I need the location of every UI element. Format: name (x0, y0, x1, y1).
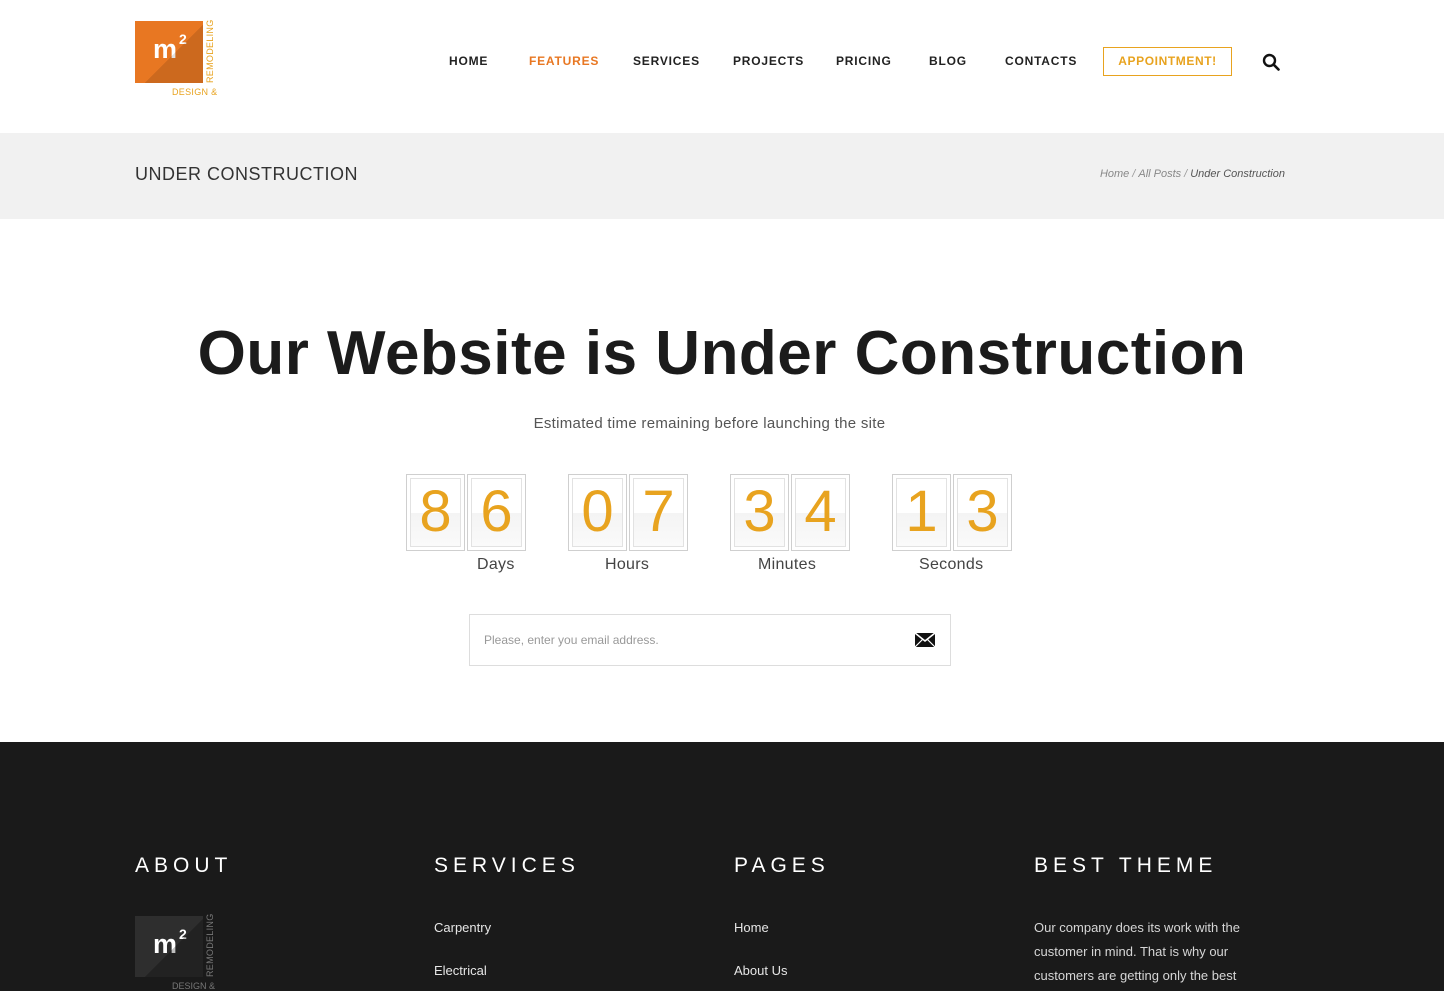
nav-projects[interactable]: PROJECTS (733, 54, 804, 68)
search-icon[interactable] (1262, 53, 1280, 71)
countdown-minutes: 3 4 Minutes (730, 474, 850, 574)
breadcrumb-all-posts[interactable]: All Posts (1138, 168, 1181, 180)
main-headline: Our Website is Under Construction (197, 319, 1247, 388)
nav-contacts[interactable]: CONTACTS (1005, 54, 1077, 68)
logo-mark-box: m 2 (135, 21, 203, 83)
page-title-bar: UNDER CONSTRUCTION Home / All Posts / Under … (0, 133, 1444, 219)
breadcrumb-separator: / (1184, 168, 1188, 180)
digit-value: 6 (480, 479, 513, 544)
countdown-seconds: 1 3 Seconds (892, 474, 1012, 574)
breadcrumb-home[interactable]: Home (1100, 168, 1129, 180)
site-logo[interactable]: m 2 REMODELING DESIGN & (135, 19, 225, 101)
site-footer: ABOUT m 2 REMODELING DESIGN & SERVICES C… (0, 742, 1444, 991)
countdown-digit: 3 (953, 474, 1012, 551)
nav-home[interactable]: HOME (449, 54, 488, 68)
digit-value: 1 (905, 479, 938, 544)
logo-vertical-label: REMODELING (205, 19, 215, 83)
countdown-days: 8 6 Days (406, 474, 526, 574)
breadcrumb: Home / All Posts / Under Construction (1100, 168, 1285, 180)
footer-logo-superscript: 2 (179, 926, 187, 942)
envelope-icon[interactable] (914, 631, 936, 649)
digit-value: 3 (743, 479, 776, 544)
footer-logo-box: m 2 (135, 916, 203, 977)
countdown-label: Hours (605, 556, 650, 573)
digit-value: 7 (642, 479, 675, 544)
countdown-digit: 3 (730, 474, 789, 551)
footer-logo-mark: m (153, 929, 178, 959)
footer-heading-about: ABOUT (135, 854, 233, 877)
logo-bottom-text: DESIGN & (172, 87, 218, 97)
nav-pricing[interactable]: PRICING (836, 54, 892, 68)
countdown-digit: 6 (467, 474, 526, 551)
footer-best-theme-text: Our company does its work with the custo… (1034, 920, 1240, 983)
breadcrumb-separator: / (1132, 168, 1136, 180)
logo-superscript: 2 (179, 31, 187, 47)
nav-blog[interactable]: BLOG (929, 54, 967, 68)
logo-vertical-text: REMODELING (205, 19, 217, 83)
subscribe-form (469, 614, 951, 666)
countdown-digit: 7 (629, 474, 688, 551)
page-title: UNDER CONSTRUCTION (135, 164, 358, 184)
footer-heading-pages: PAGES (734, 854, 830, 877)
footer-logo-bottom-text: DESIGN & (172, 981, 216, 991)
countdown-digit: 4 (791, 474, 850, 551)
logo-mark: m (153, 34, 178, 64)
footer-link-carpentry[interactable]: Carpentry (434, 920, 491, 935)
footer-heading-best-theme: BEST THEME (1034, 854, 1218, 877)
footer-link-about-us[interactable]: About Us (734, 963, 787, 978)
digit-value: 4 (804, 479, 837, 544)
countdown-hours: 0 7 Hours (568, 474, 688, 574)
countdown-digit: 0 (568, 474, 627, 551)
site-header: m 2 REMODELING DESIGN & HOME FEATURES SE… (0, 0, 1444, 133)
nav-services[interactable]: SERVICES (633, 54, 700, 68)
countdown-digit: 1 (892, 474, 951, 551)
countdown-label: Seconds (919, 556, 984, 573)
nav-features[interactable]: FEATURES (529, 54, 599, 68)
email-input[interactable] (484, 615, 894, 665)
digit-value: 8 (419, 479, 452, 544)
countdown-label: Minutes (758, 556, 817, 573)
breadcrumb-current: Under Construction (1190, 168, 1285, 180)
footer-heading-services: SERVICES (434, 854, 580, 877)
digit-value: 0 (581, 479, 614, 544)
footer-link-electrical[interactable]: Electrical (434, 963, 487, 978)
footer-logo[interactable]: m 2 REMODELING DESIGN & (135, 913, 225, 991)
footer-link-home[interactable]: Home (734, 920, 769, 935)
countdown-label: Days (477, 556, 515, 573)
appointment-button[interactable]: APPOINTMENT! (1103, 47, 1232, 76)
footer-logo-vertical-label: REMODELING (205, 913, 215, 977)
countdown-subtitle: Estimated time remaining before launchin… (533, 415, 886, 432)
digit-value: 3 (966, 479, 999, 544)
footer-logo-vertical-text: REMODELING (205, 913, 217, 977)
countdown-digit: 8 (406, 474, 465, 551)
